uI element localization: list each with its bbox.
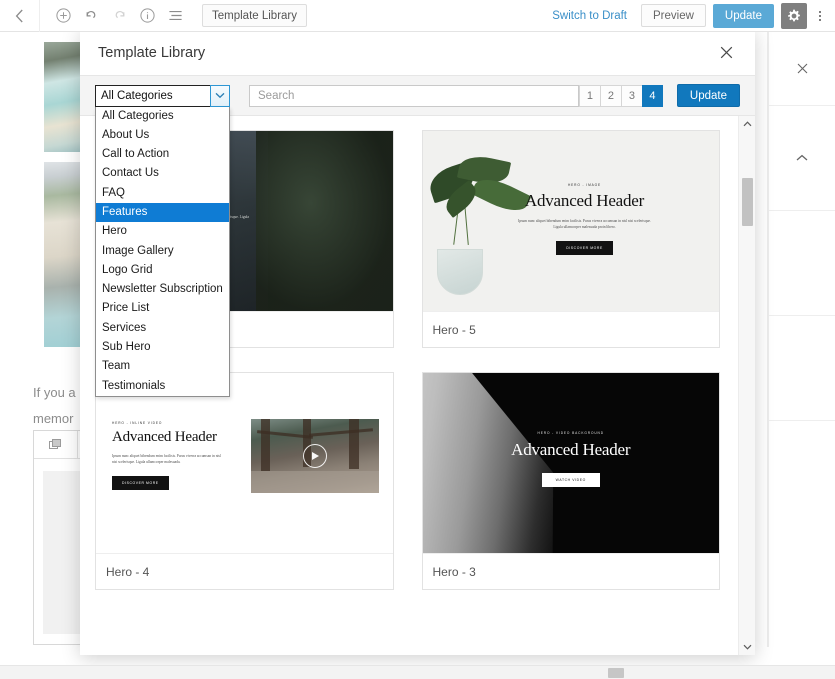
- thumb-paragraph: Ipsum nunc aliquet bibendum enim facilis…: [518, 219, 651, 229]
- template-card-label: Hero - 5: [422, 311, 719, 347]
- right-panel-row-3: [769, 211, 835, 316]
- page-horizontal-scrollbar[interactable]: [0, 665, 835, 679]
- category-option[interactable]: Contact Us: [96, 164, 229, 183]
- thumb-content: HERO - INLINE VIDEO Advanced Header Ipsu…: [112, 421, 222, 490]
- chevron-left-icon: [15, 9, 24, 23]
- modal-toolbar: All Categories All Categories About Us Cal…: [80, 76, 755, 397]
- right-panel-row-4: [769, 316, 835, 421]
- scrollbar-thumb[interactable]: [742, 178, 753, 226]
- template-card[interactable]: HERO - INLINE VIDEO Advanced Header Ipsu…: [95, 372, 394, 590]
- more-vertical-icon[interactable]: [809, 3, 831, 29]
- play-triangle: [312, 452, 319, 460]
- toolbar-right-group: Switch to Draft Preview Update: [552, 0, 835, 32]
- template-card[interactable]: HERO - IMAGE Advanced Header Ipsum nunc …: [421, 130, 720, 348]
- thumb-heading: Advanced Header: [112, 429, 217, 445]
- template-card[interactable]: HERO - VIDEO BACKGROUND Advanced Header …: [421, 372, 720, 590]
- thumb-button: Discover More: [112, 476, 169, 490]
- category-dropdown-list[interactable]: All Categories About Us Call to Action Cont…: [95, 106, 230, 397]
- pagination-page[interactable]: 2: [599, 84, 621, 107]
- template-library-chip[interactable]: Template Library: [202, 4, 308, 27]
- kebab-dot: [819, 18, 821, 21]
- thumb-content: HERO - IMAGE Advanced Header Ipsum nunc …: [515, 183, 655, 255]
- top-toolbar: Template Library Switch to Draft Preview…: [0, 0, 835, 32]
- h-scroll-thumb[interactable]: [608, 668, 624, 678]
- category-option[interactable]: Newsletter Subscription: [96, 280, 229, 299]
- info-circle-icon[interactable]: [134, 3, 160, 29]
- category-option[interactable]: Testimonials: [96, 377, 229, 396]
- editor-right-panel: [768, 32, 835, 647]
- scroll-down-button[interactable]: [739, 639, 755, 655]
- category-option[interactable]: Sub Hero: [96, 338, 229, 357]
- modal-close-button[interactable]: [715, 42, 737, 64]
- search-input[interactable]: [249, 84, 579, 107]
- update-button[interactable]: Update: [712, 3, 774, 28]
- inline-video-preview: [250, 419, 379, 493]
- modal-header: Template Library: [80, 30, 755, 76]
- category-option[interactable]: Hero: [96, 222, 229, 241]
- category-option[interactable]: All Categories: [96, 107, 229, 126]
- redo-icon: [106, 3, 132, 29]
- kebab-dot: [819, 10, 821, 13]
- thumb-paragraph: Ipsum nunc aliquet bibendum enim facilis…: [112, 454, 221, 464]
- category-option[interactable]: Image Gallery: [96, 242, 229, 261]
- undo-icon[interactable]: [78, 3, 104, 29]
- right-panel-collapse-row[interactable]: [769, 106, 835, 211]
- chevron-down-icon[interactable]: [210, 84, 230, 107]
- play-icon: [302, 444, 327, 468]
- preview-button[interactable]: Preview: [641, 4, 706, 27]
- right-panel-close-row[interactable]: [769, 32, 835, 106]
- toolbar-icon-group: [40, 3, 188, 29]
- pagination-page[interactable]: 3: [620, 84, 642, 107]
- thumb-heading: Advanced Header: [511, 440, 631, 459]
- thumb-button: Watch Video: [541, 473, 600, 487]
- template-thumbnail: HERO - VIDEO BACKGROUND Advanced Header …: [422, 373, 719, 553]
- kebab-dot: [819, 14, 821, 17]
- template-thumbnail: HERO - IMAGE Advanced Header Ipsum nunc …: [422, 131, 719, 311]
- modal-update-button[interactable]: Update: [676, 84, 740, 107]
- category-option[interactable]: Logo Grid: [96, 261, 229, 280]
- add-circle-icon[interactable]: [50, 3, 76, 29]
- category-option[interactable]: Team: [96, 357, 229, 376]
- category-option[interactable]: FAQ: [96, 184, 229, 203]
- thumb-heading: Advanced Header: [524, 191, 645, 210]
- gallery-icon[interactable]: [34, 431, 78, 458]
- category-option[interactable]: About Us: [96, 126, 229, 145]
- modal-vertical-scrollbar[interactable]: [738, 116, 755, 655]
- template-thumbnail: HERO - INLINE VIDEO Advanced Header Ipsu…: [96, 373, 393, 553]
- gear-icon[interactable]: [781, 2, 807, 29]
- pagination-page[interactable]: 4: [641, 84, 663, 107]
- thumb-content: HERO - VIDEO BACKGROUND Advanced Header …: [486, 431, 656, 487]
- vase-shape: [436, 249, 483, 295]
- chevron-up-icon[interactable]: [796, 154, 808, 162]
- category-option[interactable]: Call to Action: [96, 145, 229, 164]
- thumb-eyebrow: HERO - IMAGE: [567, 183, 602, 187]
- outline-list-icon[interactable]: [162, 3, 188, 29]
- template-card-label: Hero - 3: [422, 553, 719, 589]
- close-icon[interactable]: [797, 63, 808, 74]
- thumb-eyebrow: HERO - VIDEO BACKGROUND: [537, 431, 604, 435]
- pagination-page[interactable]: 1: [578, 84, 600, 107]
- back-button[interactable]: [0, 0, 40, 32]
- template-card-label: Hero - 4: [96, 553, 393, 589]
- category-option[interactable]: Services: [96, 319, 229, 338]
- template-library-modal: Template Library All Categories All Cate…: [80, 30, 755, 655]
- category-select-value: All Categories: [101, 89, 173, 102]
- thumb-button: Discover More: [556, 241, 613, 255]
- category-option[interactable]: Features: [96, 202, 229, 223]
- thumb-eyebrow: HERO - INLINE VIDEO: [112, 421, 163, 425]
- category-option[interactable]: Price List: [96, 299, 229, 318]
- switch-to-draft-link[interactable]: Switch to Draft: [552, 10, 627, 22]
- modal-title: Template Library: [98, 44, 206, 61]
- scroll-up-button[interactable]: [739, 116, 755, 132]
- category-select-wrapper: All Categories All Categories About Us Cal…: [95, 84, 230, 397]
- pagination: 1234: [578, 84, 663, 107]
